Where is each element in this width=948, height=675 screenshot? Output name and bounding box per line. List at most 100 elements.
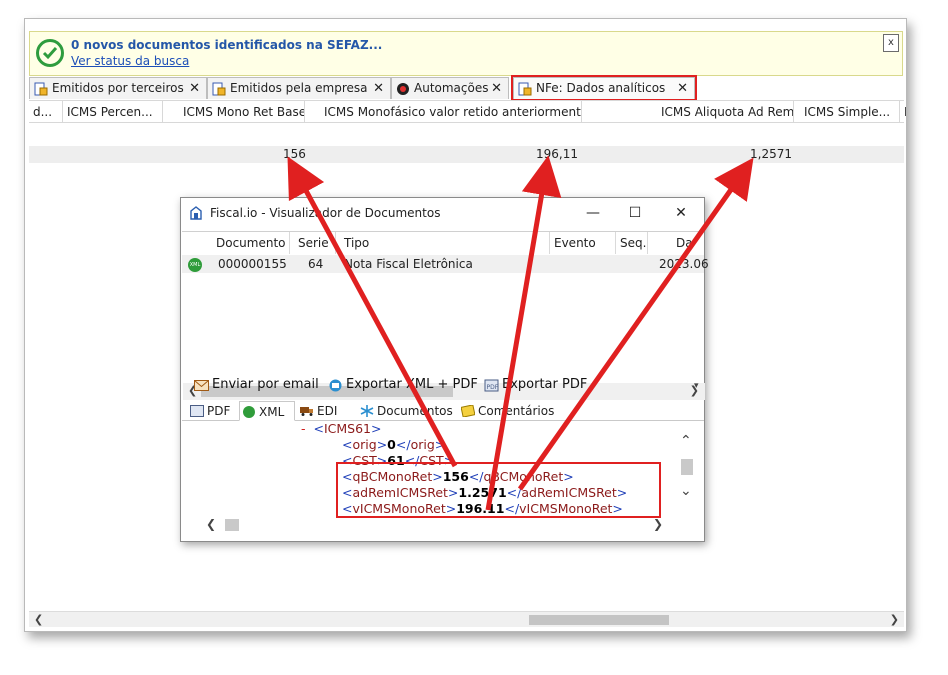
tab-close-icon[interactable]: ✕ (373, 78, 384, 99)
viewer-tabs: PDF XML EDI Documentos Comentários (182, 399, 704, 421)
main-horizontal-scrollbar[interactable]: ❮ ❯ (29, 611, 904, 627)
xml-tag: orig (410, 437, 435, 452)
envelope-icon (194, 380, 209, 391)
export-xml-pdf-button[interactable]: Exportar XML + PDF (328, 377, 478, 392)
xml-line: <orig>0</orig> (342, 437, 446, 452)
svg-text:PDF: PDF (487, 384, 499, 391)
scroll-thumb[interactable] (225, 519, 239, 531)
tab-bar: Emitidos por terceiros ✕ Emitidos pela e… (29, 75, 903, 101)
column-header[interactable]: ICMS Mono Ret Base (183, 101, 305, 123)
maximize-button[interactable]: ☐ (621, 202, 649, 224)
tab-emitidos-terceiros[interactable]: Emitidos por terceiros ✕ (29, 77, 207, 99)
column-header[interactable]: d... (33, 101, 63, 123)
send-email-button[interactable]: Enviar por email (194, 377, 319, 392)
xml-icon (243, 406, 255, 418)
cell-data: 2023.06 (659, 257, 709, 271)
viewer-title: Fiscal.io - Visualizador de Documentos (210, 206, 441, 220)
column-header[interactable]: ICMS Percen... (67, 101, 163, 123)
column-header[interactable]: Da (672, 232, 704, 254)
scroll-right-icon[interactable]: ❯ (890, 613, 899, 626)
scroll-thumb[interactable] (529, 615, 669, 625)
tab-close-icon[interactable]: ✕ (677, 78, 688, 99)
close-button[interactable]: ✕ (667, 202, 695, 224)
column-header[interactable]: Evento (550, 232, 616, 254)
sefaz-notification: 0 novos documentos identificados na SEFA… (29, 31, 903, 76)
tab-label: Emitidos pela empresa (230, 81, 368, 95)
top-strip (25, 19, 906, 29)
notification-message: 0 novos documentos identificados na SEFA… (71, 38, 383, 52)
export-xml-pdf-label: Exportar XML + PDF (346, 377, 478, 392)
xml-horizontal-scrollbar[interactable]: ❮ ❯ (182, 517, 704, 533)
tab-documentos[interactable]: Documentos (358, 401, 453, 421)
cell-documento: 000000155 (218, 257, 287, 271)
document-icon (34, 82, 48, 96)
column-header[interactable]: Serie (294, 232, 336, 254)
column-header[interactable]: ICMS Monofásico valor retido anteriormen… (324, 101, 582, 123)
xml-tag: orig (352, 437, 377, 452)
cell-monofasico-valor: 196,11 (536, 147, 578, 161)
tab-label: EDI (317, 404, 338, 418)
automation-gear-icon (397, 83, 409, 95)
table-row[interactable]: 156 196,11 1,2571 (29, 146, 904, 163)
tab-pdf[interactable]: PDF (188, 401, 230, 421)
notification-close-button[interactable]: x (883, 34, 899, 52)
cell-serie: 64 (308, 257, 324, 271)
pdf-icon (190, 405, 204, 417)
tab-label: XML (259, 405, 285, 419)
document-list: Documento Serie Tipo Evento Seq. Da XML … (182, 231, 709, 400)
scroll-left-icon[interactable]: ❮ (206, 517, 216, 531)
xml-value: 0 (387, 437, 396, 452)
success-check-icon (36, 39, 64, 67)
cell-mono-ret-base: 156 (283, 147, 306, 161)
export-pdf-label: Exportar PDF (502, 377, 588, 392)
toolbar-overflow-icon[interactable]: ▾ (694, 381, 699, 391)
xml-line: - <ICMS61> (301, 421, 382, 436)
scroll-thumb[interactable] (681, 459, 693, 475)
app-icon (190, 206, 202, 220)
xml-vertical-scrollbar[interactable]: ⌃ ⌄ (678, 431, 696, 511)
send-email-label: Enviar por email (212, 377, 319, 392)
xml-highlight-box (336, 462, 661, 518)
cell-tipo: Nota Fiscal Eletrônica (344, 257, 473, 271)
scroll-right-icon[interactable]: ❯ (653, 517, 663, 531)
tab-label: Emitidos por terceiros (52, 81, 184, 95)
cell-aliquota-ad-rem: 1,2571 (750, 147, 792, 161)
tab-automacoes[interactable]: Automações ✕ (391, 77, 509, 99)
column-header[interactable]: ICMS Simple... (804, 101, 900, 123)
column-header[interactable]: Seq. (616, 232, 648, 254)
tab-nfe-dados-analiticos[interactable]: NFe: Dados analíticos ✕ (511, 75, 697, 101)
grid-header: d... ICMS Percen... ICMS Mono Ret Base I… (29, 100, 906, 123)
asterisk-icon (360, 405, 374, 417)
truck-icon (300, 407, 313, 416)
column-header[interactable]: Tipo (340, 232, 550, 254)
viewer-title-bar: Fiscal.io - Visualizador de Documentos —… (181, 198, 704, 228)
collapse-toggle[interactable]: - (301, 421, 306, 436)
scroll-down-icon[interactable]: ⌄ (680, 483, 692, 499)
tab-xml[interactable]: XML (239, 401, 295, 421)
export-icon (329, 379, 342, 392)
status-link[interactable]: Ver status da busca (71, 54, 189, 68)
minimize-button[interactable]: — (579, 202, 607, 224)
tab-label: Automações (414, 81, 489, 95)
column-header[interactable]: ICMS Aliquota Ad Rem (661, 101, 794, 123)
tab-close-icon[interactable]: ✕ (491, 78, 502, 99)
scroll-left-icon[interactable]: ❮ (34, 613, 43, 626)
note-icon (461, 405, 475, 417)
export-pdf-button[interactable]: PDF Exportar PDF (484, 377, 587, 392)
tab-close-icon[interactable]: ✕ (189, 78, 200, 99)
document-icon (518, 82, 532, 96)
tab-edi[interactable]: EDI (298, 401, 337, 421)
table-row[interactable]: XML 000000155 64 Nota Fiscal Eletrônica … (182, 255, 709, 273)
column-header[interactable]: I (904, 101, 906, 123)
scroll-up-icon[interactable]: ⌃ (680, 433, 692, 449)
tab-label: PDF (207, 404, 231, 418)
tab-label: Comentários (478, 404, 555, 418)
xml-tag: ICMS61 (323, 421, 371, 436)
viewer-toolbar: Enviar por email Exportar XML + PDF PDF … (182, 375, 704, 397)
tab-emitidos-empresa[interactable]: Emitidos pela empresa ✕ (207, 77, 391, 99)
document-icon (212, 82, 226, 96)
column-header[interactable]: Documento (212, 232, 290, 254)
tab-comentarios[interactable]: Comentários (459, 401, 554, 421)
tab-label: Documentos (377, 404, 453, 418)
tab-label: NFe: Dados analíticos (536, 81, 666, 95)
